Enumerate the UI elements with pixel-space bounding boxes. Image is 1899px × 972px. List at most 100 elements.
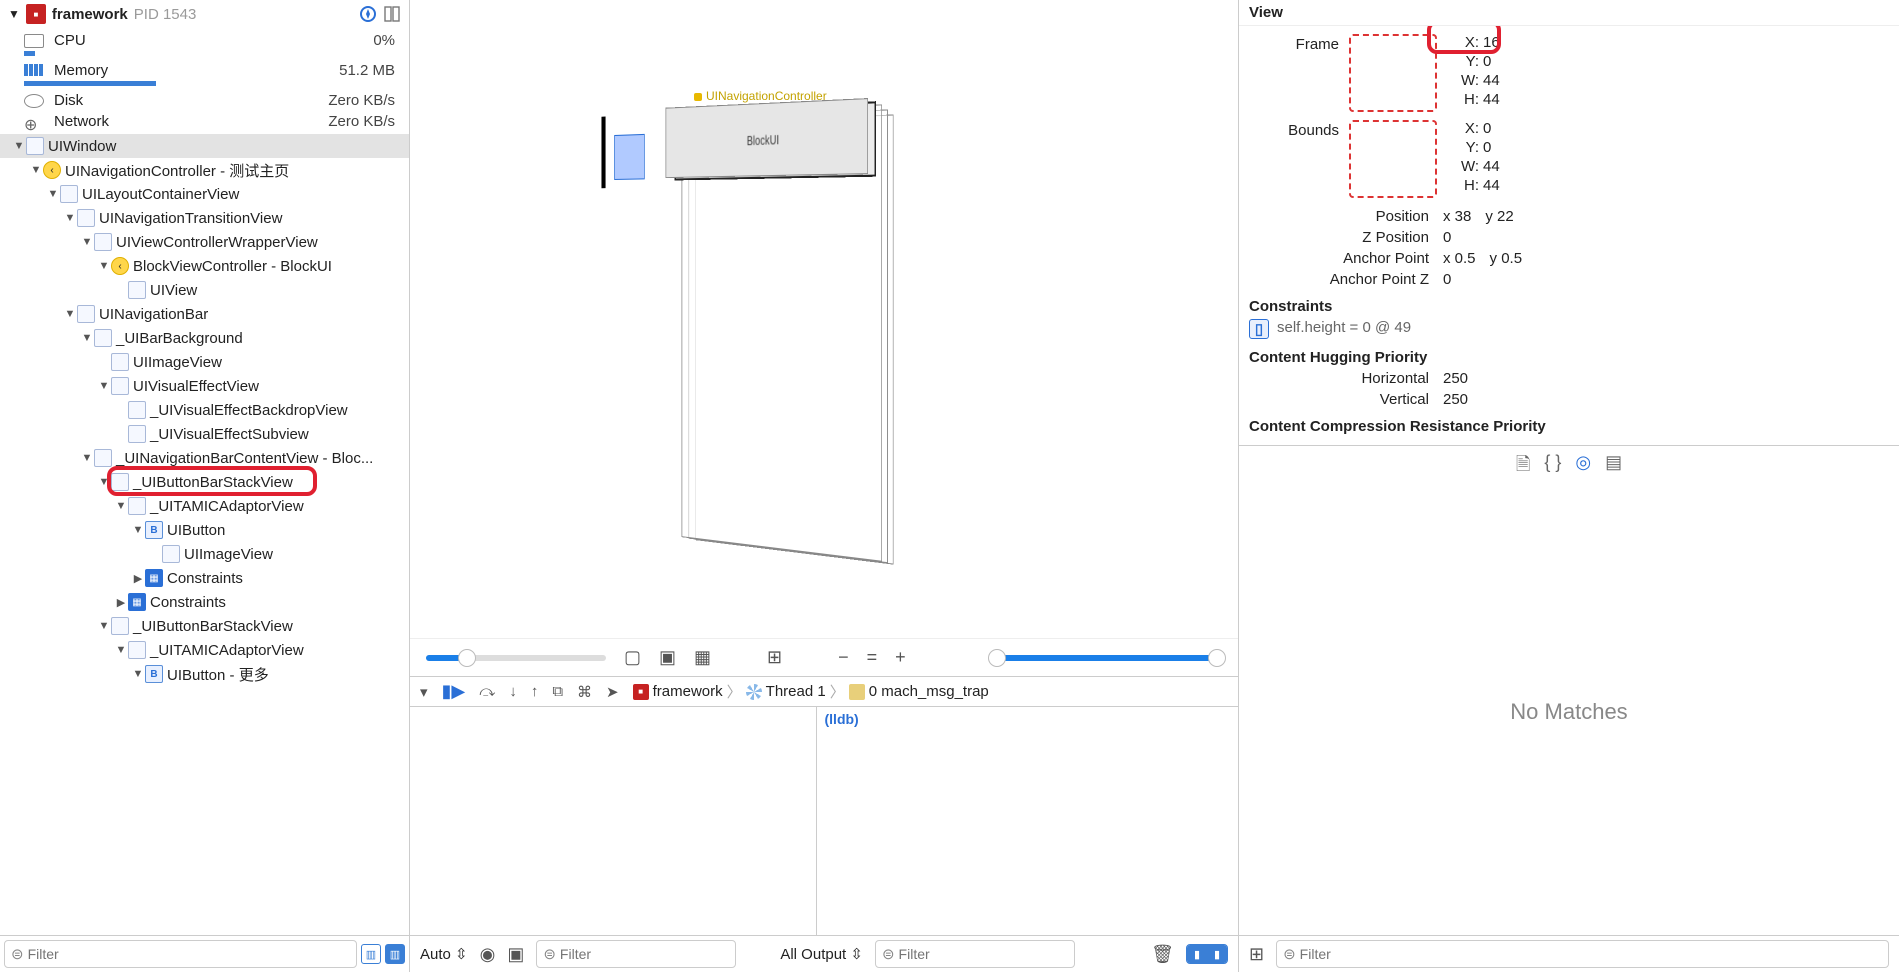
disk-gauge[interactable]: Disk Zero KB/s — [0, 90, 409, 111]
network-gauge[interactable]: ⊕ Network Zero KB/s — [0, 111, 409, 132]
tree-row[interactable]: _UITAMICAdaptorView — [0, 494, 409, 518]
file-inspector-icon[interactable]: 🗎 — [1516, 452, 1530, 482]
view-debugger-canvas[interactable]: UINavigationController BlockUI — [410, 0, 1238, 638]
tree-row[interactable]: BUIButton — [0, 518, 409, 542]
disclosure-icon[interactable] — [97, 476, 111, 488]
inspector-filter[interactable]: ⊜ — [1276, 940, 1889, 968]
tree-row[interactable]: UILayoutContainerView — [0, 182, 409, 206]
continue-icon[interactable]: ▮▶ — [442, 681, 466, 702]
step-out-icon[interactable]: ↑ — [531, 683, 539, 700]
tree-row[interactable]: UIVisualEffectView — [0, 374, 409, 398]
view-hierarchy-tree[interactable]: UIWindow‹UINavigationController - 测试主页UI… — [0, 134, 409, 935]
object-icon — [128, 641, 146, 659]
tree-row[interactable]: ▦Constraints — [0, 566, 409, 590]
canvas-selected-view[interactable] — [614, 134, 644, 180]
split-icon[interactable] — [383, 5, 401, 23]
disclosure-icon[interactable] — [46, 188, 60, 200]
constraints-icon[interactable]: ▣ — [659, 647, 676, 668]
zoom-in-icon[interactable]: + — [895, 647, 906, 668]
tree-row[interactable]: _UITAMICAdaptorView — [0, 638, 409, 662]
zoom-actual-icon[interactable]: = — [867, 647, 878, 668]
canvas-navbar[interactable]: BlockUI — [666, 98, 868, 178]
disclosure-icon[interactable] — [80, 452, 94, 464]
disclosure-icon[interactable] — [114, 596, 128, 609]
disclosure-icon[interactable] — [97, 380, 111, 392]
disclosure-icon[interactable] — [114, 644, 128, 656]
variables-view[interactable] — [410, 707, 817, 935]
scope-popup[interactable]: Auto ⇳ — [420, 945, 468, 963]
filter-icon: ⊜ — [882, 945, 895, 963]
tree-row[interactable]: ‹BlockViewController - BlockUI — [0, 254, 409, 278]
compass-icon[interactable] — [359, 5, 377, 23]
history-inspector-icon[interactable]: { } — [1544, 452, 1561, 482]
trash-icon[interactable]: 🗑 — [1151, 944, 1174, 965]
memory-graph-icon[interactable]: ⌘ — [577, 683, 592, 701]
tree-row[interactable]: _UIBarBackground — [0, 326, 409, 350]
step-into-icon[interactable]: ↓ — [509, 683, 517, 700]
range-slider[interactable] — [992, 655, 1222, 661]
tree-row[interactable]: ‹UINavigationController - 测试主页 — [0, 158, 409, 182]
quicklook-icon[interactable]: ◉ — [480, 944, 496, 965]
size-inspector-icon[interactable]: ◎ — [1575, 452, 1591, 482]
view-debug-icon[interactable]: ⧉ — [552, 683, 563, 700]
tree-row[interactable]: _UIVisualEffectSubview — [0, 422, 409, 446]
disclosure-icon[interactable]: ▼ — [8, 7, 20, 21]
clip-icon[interactable]: ▢ — [624, 647, 641, 668]
tree-row[interactable]: BUIButton - 更多 — [0, 662, 409, 686]
disclosure-icon[interactable] — [63, 212, 77, 224]
orient-icon[interactable]: ⊞ — [767, 647, 782, 668]
disclosure-icon[interactable] — [97, 260, 111, 272]
disclosure-icon[interactable] — [131, 668, 145, 680]
tree-row[interactable]: UINavigationBar — [0, 302, 409, 326]
disclosure-icon[interactable] — [114, 500, 128, 512]
inspector-body[interactable]: Frame X:16 Y:0 W:44 H:44 Bounds X:0 Y:0 … — [1239, 26, 1899, 445]
output-popup[interactable]: All Output ⇳ — [780, 945, 863, 963]
tree-row[interactable]: UIImageView — [0, 350, 409, 374]
inspector-filter-input[interactable] — [1300, 946, 1882, 962]
show-2d-icon[interactable]: ▥ — [361, 944, 381, 964]
tree-row[interactable]: UIWindow — [0, 134, 409, 158]
memory-gauge[interactable]: Memory 51.2 MB — [0, 60, 409, 81]
tree-row[interactable]: UIImageView — [0, 542, 409, 566]
tree-row[interactable]: _UIButtonBarStackView — [0, 470, 409, 494]
frame-diagram — [1349, 34, 1437, 112]
vars-filter[interactable]: ⊜ — [536, 940, 736, 968]
location-icon[interactable]: ➤ — [606, 683, 619, 701]
disclosure-icon[interactable] — [97, 620, 111, 632]
toggle-breakpoints-icon[interactable]: ▾ — [420, 683, 428, 701]
object-icon — [128, 497, 146, 515]
disclosure-icon[interactable] — [29, 164, 43, 176]
console-filter-input[interactable] — [899, 946, 1080, 962]
disclosure-icon[interactable] — [80, 332, 94, 344]
zoom-out-icon[interactable]: − — [838, 647, 849, 668]
print-icon[interactable]: ▣ — [507, 944, 524, 965]
debug-breadcrumb[interactable]: ■ framework 〉 Thread 1 〉 0 mach_msg_trap — [633, 681, 989, 702]
show-3d-icon[interactable]: ▥ — [385, 944, 405, 964]
tree-row[interactable]: UIView — [0, 278, 409, 302]
step-over-icon[interactable]: ⤼ — [479, 683, 495, 700]
disclosure-icon[interactable] — [131, 572, 145, 585]
tree-row[interactable]: _UIVisualEffectBackdropView — [0, 398, 409, 422]
disclosure-icon[interactable] — [12, 140, 26, 152]
spacing-slider[interactable] — [426, 655, 606, 661]
tree-row[interactable]: ▦Constraints — [0, 590, 409, 614]
tree-row[interactable]: UIViewControllerWrapperView — [0, 230, 409, 254]
grid-icon[interactable]: ⊞ — [1249, 944, 1264, 965]
disclosure-icon[interactable] — [131, 524, 145, 536]
filter-input-wrap[interactable]: ⊜ — [4, 940, 357, 968]
console-output[interactable]: (lldb) — [817, 707, 1239, 935]
tree-row[interactable]: UINavigationTransitionView — [0, 206, 409, 230]
tree-row[interactable]: _UINavigationBarContentView - Bloc... — [0, 446, 409, 470]
constraint-icon: ▯ — [1249, 319, 1269, 339]
tree-row[interactable]: _UIButtonBarStackView — [0, 614, 409, 638]
pane-toggle[interactable]: ▮▮ — [1186, 944, 1228, 964]
disclosure-icon[interactable] — [63, 308, 77, 320]
object-inspector-icon[interactable]: ▤ — [1605, 452, 1622, 482]
filter-input[interactable] — [28, 946, 350, 962]
vars-filter-input[interactable] — [560, 946, 741, 962]
disclosure-icon[interactable] — [80, 236, 94, 248]
cpu-gauge[interactable]: CPU 0% — [0, 30, 409, 51]
console-filter[interactable]: ⊜ — [875, 940, 1075, 968]
constraint-row[interactable]: ▯ self.height = 0 @ 49 — [1249, 317, 1889, 341]
wireframe-icon[interactable]: ▦ — [694, 647, 711, 668]
